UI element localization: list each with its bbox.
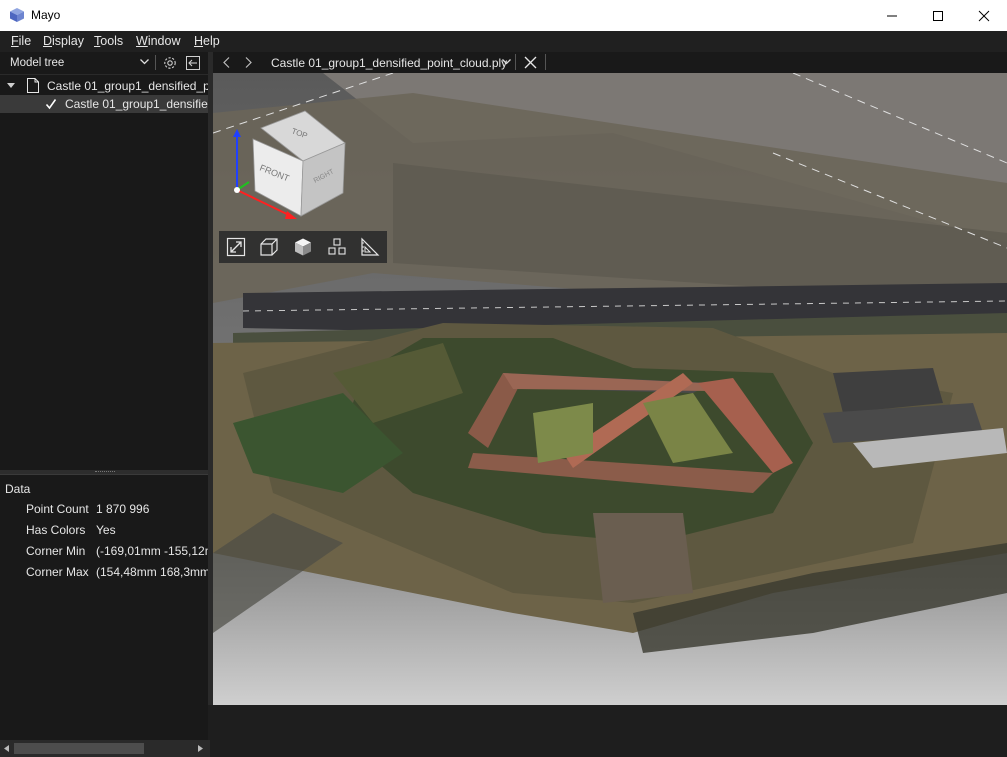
prop-value: (154,48mm 168,3mm xyxy=(96,565,208,579)
close-document-icon[interactable] xyxy=(524,56,537,69)
menu-file[interactable]: File xyxy=(11,34,31,48)
arrow-left-box-icon xyxy=(186,55,200,70)
maximize-icon xyxy=(933,10,943,21)
mayo-app-icon xyxy=(10,8,24,22)
panel-selector-combo[interactable]: Model tree xyxy=(2,53,153,72)
chevron-right-icon[interactable] xyxy=(245,57,252,68)
menu-help[interactable]: Help xyxy=(194,34,220,48)
document-tab-bar: Castle 01_group1_densified_point_cloud.p… xyxy=(213,52,1007,73)
prop-value: (-169,01mm -155,12n xyxy=(96,544,208,558)
point-cloud-render: TOP FRONT RIGHT xyxy=(213,73,1007,705)
window-title: Mayo xyxy=(31,8,61,22)
menu-tools[interactable]: Tools xyxy=(94,34,123,48)
close-panel-button[interactable] xyxy=(183,53,203,72)
menu-display[interactable]: Display xyxy=(43,34,84,48)
explode-button[interactable] xyxy=(320,231,354,263)
view-toolbar xyxy=(219,231,387,263)
prop-key: Corner Min xyxy=(26,544,86,558)
chevron-down-icon[interactable] xyxy=(502,59,511,65)
minimize-button[interactable] xyxy=(869,0,915,31)
properties-panel: Data Point Count 1 870 996 Has Colors Ye… xyxy=(0,474,208,740)
panel-selector-value: Model tree xyxy=(10,57,65,69)
prop-key: Point Count xyxy=(26,502,89,516)
close-window-button[interactable] xyxy=(961,0,1007,31)
exploded-cubes-icon xyxy=(328,238,346,255)
close-icon xyxy=(978,10,990,21)
3d-viewport[interactable]: TOP FRONT RIGHT xyxy=(213,73,1007,705)
prop-value: Yes xyxy=(96,523,116,537)
toolbar-separator xyxy=(515,54,516,70)
toolbar-separator xyxy=(545,54,546,70)
gear-icon xyxy=(164,56,176,69)
left-panel: Model tree Castle 01_group1_densified_pc xyxy=(0,52,210,757)
shaded-cube-icon xyxy=(294,238,311,256)
scroll-left-icon[interactable] xyxy=(4,745,9,752)
tree-item-label: Castle 01_group1_densified_pc xyxy=(47,79,208,93)
chevron-left-icon[interactable] xyxy=(223,57,230,68)
tree-item-label: Castle 01_group1_densified xyxy=(65,97,208,111)
tree-item-point-cloud[interactable]: Castle 01_group1_densified xyxy=(0,95,208,113)
wireframe-cube-icon xyxy=(260,238,278,256)
scrollbar-thumb[interactable] xyxy=(14,743,144,754)
measure-button[interactable] xyxy=(353,231,387,263)
wireframe-button[interactable] xyxy=(253,231,287,263)
maximize-button[interactable] xyxy=(915,0,961,31)
model-tree: Castle 01_group1_densified_pc Castle 01_… xyxy=(0,74,208,471)
data-section-title: Data xyxy=(5,482,31,496)
tree-item-document[interactable]: Castle 01_group1_densified_pc xyxy=(0,77,208,95)
checkbox-checked-icon[interactable] xyxy=(44,97,58,111)
measure-icon xyxy=(361,237,380,256)
menu-window[interactable]: Window xyxy=(136,34,180,48)
document-icon xyxy=(27,78,39,93)
prop-key: Corner Max xyxy=(26,565,89,579)
horizontal-scrollbar[interactable] xyxy=(0,740,210,757)
fit-all-button[interactable] xyxy=(219,231,253,263)
menu-bar: File Display Tools Window Help xyxy=(0,31,1007,52)
minimize-icon xyxy=(887,15,897,16)
toolbar-separator xyxy=(155,55,156,70)
title-bar: Mayo xyxy=(0,0,1007,31)
options-button[interactable] xyxy=(160,53,180,72)
prop-key: Has Colors xyxy=(26,523,86,537)
fit-all-icon xyxy=(226,237,245,257)
expand-arrow-icon[interactable] xyxy=(7,83,15,89)
prop-value: 1 870 996 xyxy=(96,502,150,516)
chevron-down-icon xyxy=(140,59,149,65)
scroll-right-icon[interactable] xyxy=(198,745,203,752)
shaded-button[interactable] xyxy=(286,231,320,263)
document-selector[interactable]: Castle 01_group1_densified_point_cloud.p… xyxy=(271,56,507,70)
